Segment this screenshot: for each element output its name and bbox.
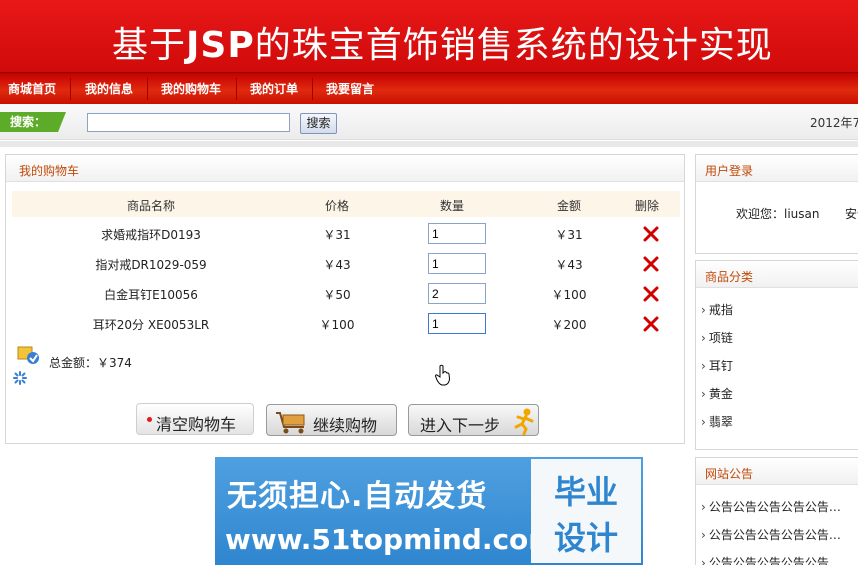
cell-amount: ￥100 <box>551 288 587 302</box>
category-panel-header: 商品分类 <box>696 261 858 288</box>
page: 基于JSP的珠宝首饰销售系统的设计实现 商城首页 我的信息 我的购物车 我的订单… <box>0 0 858 565</box>
continue-shopping-button[interactable]: 继续购物 <box>266 404 397 436</box>
notice-item[interactable]: › 公告公告公告公告公告… <box>701 526 841 543</box>
site-title: 基于JSP的珠宝首饰销售系统的设计实现 <box>112 25 773 66</box>
search-input[interactable] <box>87 113 290 132</box>
category-item[interactable]: › 黄金 <box>701 385 733 402</box>
category-item[interactable]: › 翡翠 <box>701 413 733 430</box>
ad-badge: 毕业 设计 <box>531 459 641 563</box>
bullet-icon <box>147 417 152 422</box>
cell-price: ￥100 <box>319 318 355 332</box>
col-header-price: 价格 <box>324 199 350 213</box>
cell-amount: ￥31 <box>555 228 583 242</box>
search-bar: 搜索： 搜索 2012年7 <box>0 104 858 140</box>
nav-item-my-info[interactable]: 我的信息 <box>85 73 133 105</box>
nav-divider <box>70 78 71 100</box>
username: liusan <box>784 207 820 221</box>
category-item[interactable]: › 戒指 <box>701 301 733 318</box>
nav-divider <box>312 78 313 100</box>
welcome-text: 欢迎您：liusan <box>736 207 820 221</box>
cart-panel-title: 我的购物车 <box>19 164 80 178</box>
notice-panel-header: 网站公告 <box>696 458 858 485</box>
next-step-label: 进入下一步 <box>420 416 501 435</box>
divider-strip <box>0 141 858 147</box>
category-item[interactable]: › 耳钉 <box>701 357 733 374</box>
delete-icon[interactable] <box>642 315 660 333</box>
table-row: 耳环20分 XE0053LR ￥100 ￥200 <box>12 309 680 339</box>
running-man-icon <box>514 408 534 435</box>
search-button[interactable]: 搜索 <box>300 113 337 134</box>
main-nav: 商城首页 我的信息 我的购物车 我的订单 我要留言 <box>0 72 858 104</box>
col-header-amount: 金额 <box>556 199 582 213</box>
continue-shopping-label: 继续购物 <box>313 416 378 435</box>
col-header-name: 商品名称 <box>126 199 176 213</box>
col-header-qty: 数量 <box>439 199 465 213</box>
ad-url: www.51topmind.com <box>225 523 558 556</box>
nav-divider <box>236 78 237 100</box>
quantity-field[interactable] <box>428 253 486 274</box>
cart-panel: 我的购物车 商品名称 价格 数量 金额 删除 求婚戒指环D0193 ￥31 ￥3… <box>5 154 685 444</box>
delete-icon[interactable] <box>642 285 660 303</box>
cell-name: 耳环20分 XE0053LR <box>92 318 210 332</box>
cell-name: 指对戒DR1029-059 <box>95 258 207 272</box>
nav-item-my-cart[interactable]: 我的购物车 <box>161 73 221 105</box>
cart-panel-header: 我的购物车 <box>6 155 684 182</box>
category-item[interactable]: › 项链 <box>701 329 733 346</box>
delete-icon[interactable] <box>642 225 660 243</box>
clear-cart-button[interactable]: 清空购物车 <box>136 403 254 435</box>
table-row: 指对戒DR1029-059 ￥43 ￥43 <box>12 249 680 279</box>
nav-item-my-orders[interactable]: 我的订单 <box>250 73 298 105</box>
category-panel: 商品分类 › 戒指 › 项链 › 耳钉 › 黄金 › 翡翠 <box>695 260 858 450</box>
next-step-button[interactable]: 进入下一步 <box>408 404 539 436</box>
ad-badge-line1: 毕业 <box>553 473 618 511</box>
table-row: 求婚戒指环D0193 ￥31 ￥31 <box>12 219 680 249</box>
ad-badge-line2: 设计 <box>553 519 618 557</box>
quantity-field[interactable] <box>428 313 486 334</box>
table-row: 白金耳钉E10056 ￥50 ￥100 <box>12 279 680 309</box>
safe-exit-link[interactable]: 安全 <box>845 205 858 222</box>
notice-item[interactable]: › 公告公告公告公告公告… <box>701 554 841 565</box>
notice-panel-title: 网站公告 <box>705 467 754 481</box>
header-banner: 基于JSP的珠宝首饰销售系统的设计实现 <box>0 0 858 72</box>
category-panel-title: 商品分类 <box>705 270 754 284</box>
ad-banner[interactable]: 无须担心.自动发货 www.51topmind.com 毕业 设计 <box>215 457 643 565</box>
delete-icon[interactable] <box>642 255 660 273</box>
login-panel: 用户登录 欢迎您：liusan 安全 <box>695 154 858 254</box>
quantity-field[interactable] <box>428 223 486 244</box>
cart-total: 总金额：￥374 <box>49 356 132 370</box>
cell-amount: ￥200 <box>551 318 587 332</box>
hand-cursor-icon <box>434 364 451 386</box>
cart-table-header: 商品名称 价格 数量 金额 删除 <box>12 191 680 217</box>
ad-headline: 无须担心.自动发货 <box>227 479 488 514</box>
nav-item-leave-message[interactable]: 我要留言 <box>326 73 374 105</box>
cell-price: ￥50 <box>323 288 351 302</box>
notice-panel: 网站公告 › 公告公告公告公告公告… › 公告公告公告公告公告… › 公告公告公告公告… <box>695 457 858 565</box>
cell-name: 白金耳钉E10056 <box>104 288 198 302</box>
cart-total-icon <box>17 346 39 364</box>
login-panel-header: 用户登录 <box>696 155 858 182</box>
cell-amount: ￥43 <box>555 258 583 272</box>
notice-item[interactable]: › 公告公告公告公告公告… <box>701 498 841 515</box>
cell-price: ￥43 <box>323 258 351 272</box>
col-header-delete: 删除 <box>634 199 660 213</box>
loading-icon <box>13 371 27 385</box>
cell-name: 求婚戒指环D0193 <box>101 228 201 242</box>
search-label: 搜索： <box>0 112 66 132</box>
quantity-field[interactable] <box>428 283 486 304</box>
clear-cart-label: 清空购物车 <box>156 415 237 434</box>
shopping-cart-icon <box>276 412 305 434</box>
nav-divider <box>147 78 148 100</box>
nav-item-home[interactable]: 商城首页 <box>8 73 56 105</box>
login-panel-title: 用户登录 <box>705 164 754 178</box>
cell-price: ￥31 <box>323 228 351 242</box>
date-text: 2012年7 <box>810 116 858 130</box>
